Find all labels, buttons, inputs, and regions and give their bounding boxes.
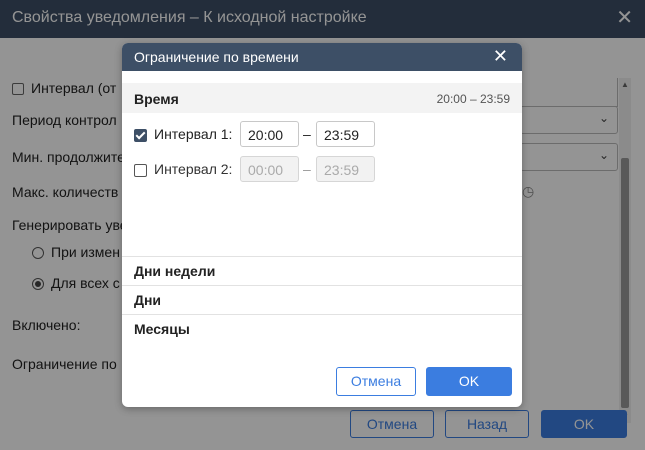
interval-2-end-input[interactable]: 23:59: [316, 156, 375, 182]
time-section-label: Время: [134, 91, 179, 107]
divider: [122, 314, 522, 315]
dialog-title: Ограничение по времени: [134, 49, 299, 65]
time-limit-dialog: Ограничение по времени ✕ Время 20:00 – 2…: [122, 43, 522, 407]
dialog-titlebar: Ограничение по времени ✕: [122, 43, 522, 71]
months-section[interactable]: Месяцы: [134, 321, 190, 337]
dialog-ok-button[interactable]: OK: [426, 367, 512, 396]
interval-1-start-input[interactable]: 20:00: [240, 121, 299, 147]
weekdays-section[interactable]: Дни недели: [134, 263, 215, 279]
days-section[interactable]: Дни: [134, 292, 161, 308]
divider: [122, 256, 522, 257]
time-section-header[interactable]: Время 20:00 – 23:59: [122, 83, 522, 113]
dialog-cancel-button[interactable]: Отмена: [336, 367, 416, 396]
close-icon[interactable]: ✕: [493, 47, 508, 65]
divider: [122, 285, 522, 286]
interval-1-end-input[interactable]: 23:59: [316, 121, 375, 147]
interval-1-row: Интервал 1: 20:00 – 23:59: [134, 121, 514, 149]
interval-2-start-input[interactable]: 00:00: [240, 156, 299, 182]
interval-1-dash: –: [303, 126, 311, 142]
interval-2-checkbox[interactable]: [134, 164, 147, 177]
interval-1-label: Интервал 1:: [154, 126, 233, 142]
interval-1-checkbox[interactable]: [134, 129, 147, 142]
time-range-summary: 20:00 – 23:59: [436, 92, 510, 106]
interval-2-row: Интервал 2: 00:00 – 23:59: [134, 156, 514, 184]
interval-2-dash: –: [303, 161, 311, 177]
interval-2-label: Интервал 2:: [154, 161, 233, 177]
